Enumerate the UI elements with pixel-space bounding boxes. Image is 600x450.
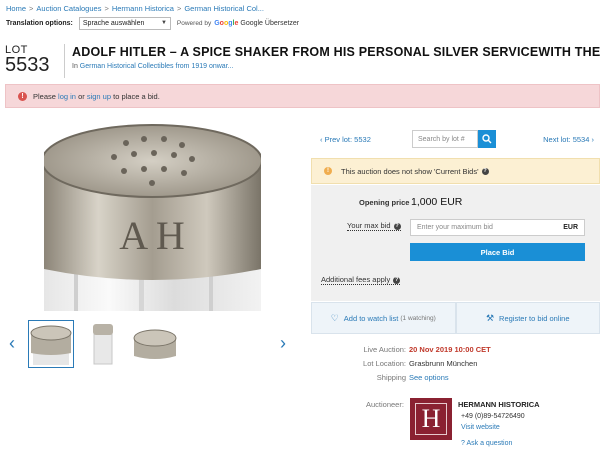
bid-panel: Opening price 1,000 EUR Your max bid? En… xyxy=(311,185,600,301)
breadcrumb-separator: > xyxy=(176,4,182,13)
thumbnail-3[interactable] xyxy=(132,320,178,368)
shipping-row: Shipping See options xyxy=(311,373,600,385)
warning-icon: ! xyxy=(324,167,332,175)
opening-price-value: 1,000 EUR xyxy=(411,196,463,208)
lot-number: 5533 xyxy=(5,54,50,76)
lot-location-row: Lot Location: Grasbrunn München xyxy=(311,359,600,371)
thumbnail-prev-arrow[interactable]: ‹ xyxy=(9,333,23,353)
live-auction-value: 20 Nov 2019 10:00 CET xyxy=(409,345,491,354)
register-to-bid-button[interactable]: ⚒ Register to bid online xyxy=(455,302,600,334)
chevron-down-icon: ▼ xyxy=(160,20,167,26)
help-icon[interactable]: ? xyxy=(481,167,489,175)
ask-question-label: Ask a question xyxy=(466,440,513,447)
alert-text-end: to place a bid. xyxy=(113,91,160,101)
page-title: ADOLF HITLER – A SPICE SHAKER FROM HIS P… xyxy=(72,45,600,59)
shipping-options-link[interactable]: See options xyxy=(409,373,449,382)
title-divider xyxy=(64,44,65,78)
currency-label: EUR xyxy=(563,224,578,231)
catalogue-link[interactable]: German Historical Collectibles from 1919… xyxy=(80,63,234,70)
live-auction-label: Live Auction: xyxy=(363,345,406,354)
lot-pager: ‹ Prev lot: 5532 Search by lot # Next lo… xyxy=(318,130,598,150)
watch-count: (1 watching) xyxy=(400,314,436,322)
powered-by-label: Powered by xyxy=(176,19,212,27)
thumbnail-1[interactable] xyxy=(28,320,74,368)
auctioneer-website-link[interactable]: Visit website xyxy=(461,424,500,431)
register-label: Register to bid online xyxy=(499,313,570,323)
lot-location-value: Grasbrunn München xyxy=(409,359,478,368)
max-bid-input[interactable]: Enter your maximum bid EUR xyxy=(410,219,585,236)
question-icon: ? xyxy=(461,440,465,447)
login-link[interactable]: log in xyxy=(58,92,76,101)
subtitle-prefix: In xyxy=(72,63,78,70)
help-icon[interactable]: ? xyxy=(393,222,401,230)
google-translate-link[interactable]: Google Übersetzer xyxy=(240,20,299,27)
breadcrumb-separator: > xyxy=(29,4,34,13)
alert-text-please: Please xyxy=(33,91,56,101)
google-logo: Google xyxy=(214,19,239,27)
additional-fees-text: Additional fees apply xyxy=(321,275,391,284)
lot-search-input[interactable]: Search by lot # xyxy=(412,130,478,148)
lot-location-label: Lot Location: xyxy=(363,359,406,368)
watchlist-label: Add to watch list xyxy=(343,313,399,323)
lot-search-button[interactable] xyxy=(478,130,496,148)
chevron-right-icon: › xyxy=(591,135,595,144)
auctioneer-logo-letter: H xyxy=(415,403,447,435)
breadcrumb-home[interactable]: Home xyxy=(6,4,26,13)
next-lot-label: Next lot: 5534 xyxy=(543,135,590,144)
thumbnail-2[interactable] xyxy=(80,320,126,368)
main-lot-image[interactable]: A H xyxy=(44,121,261,311)
translation-bar: Translation options: Sprache auswählen ▼… xyxy=(6,16,299,30)
lot-subtitle: In German Historical Collectibles from 1… xyxy=(72,63,233,70)
max-bid-label: Your max bid? xyxy=(347,221,401,231)
auctioneer-logo[interactable]: H xyxy=(410,398,452,440)
live-auction-row: Live Auction: 20 Nov 2019 10:00 CET xyxy=(311,345,600,357)
translation-label: Translation options: xyxy=(6,19,73,27)
auctioneer-label: Auctioneer: xyxy=(366,400,404,409)
gavel-icon: ⚒ xyxy=(485,312,495,323)
search-icon xyxy=(482,134,492,144)
lot-actions: ♡ Add to watch list (1 watching) ⚒ Regis… xyxy=(311,302,600,334)
language-select-value: Sprache auswählen xyxy=(82,19,145,27)
breadcrumb-auction-catalogues[interactable]: Auction Catalogues xyxy=(36,4,101,13)
breadcrumb: Home > Auction Catalogues > Hermann Historic… xyxy=(6,4,264,13)
opening-price-label: Opening price xyxy=(359,198,410,207)
login-alert: ! Please log in or sign up to place a bi… xyxy=(5,84,600,108)
signup-link[interactable]: sign up xyxy=(87,92,111,101)
max-bid-placeholder: Enter your maximum bid xyxy=(417,224,493,231)
breadcrumb-separator: > xyxy=(104,4,109,13)
current-bids-notice-text: This auction does not show 'Current Bids… xyxy=(341,166,479,176)
help-icon: ? xyxy=(393,276,401,284)
chevron-left-icon: ‹ xyxy=(320,135,323,144)
breadcrumb-german-historical[interactable]: German Historical Col... xyxy=(184,4,264,13)
ask-question-link[interactable]: ? Ask a question xyxy=(461,440,512,447)
prev-lot-link[interactable]: ‹ Prev lot: 5532 xyxy=(320,135,371,144)
add-to-watchlist-button[interactable]: ♡ Add to watch list (1 watching) xyxy=(311,302,456,334)
exclamation-icon: ! xyxy=(18,91,27,101)
breadcrumb-hermann-historica[interactable]: Hermann Historica xyxy=(112,4,174,13)
current-bids-notice: ! This auction does not show 'Current Bi… xyxy=(311,158,600,184)
language-select[interactable]: Sprache auswählen ▼ xyxy=(78,16,171,30)
place-bid-button[interactable]: Place Bid xyxy=(410,243,585,261)
prev-lot-label: Prev lot: 5532 xyxy=(324,135,371,144)
additional-fees-link[interactable]: Additional fees apply? xyxy=(321,275,401,285)
next-lot-link[interactable]: Next lot: 5534 › xyxy=(543,135,594,144)
auctioneer-phone: +49 (0)89-54726490 xyxy=(461,413,525,420)
engraving-text: A H xyxy=(119,213,185,258)
auctioneer-name: HERMANN HISTORICA xyxy=(458,400,540,409)
heart-icon: ♡ xyxy=(330,312,339,323)
alert-text-or: or xyxy=(78,91,85,101)
max-bid-label-text: Your max bid xyxy=(347,221,391,230)
shipping-label: Shipping xyxy=(376,373,406,382)
lot-number-box: LOT 5533 xyxy=(5,44,61,78)
thumbnail-next-arrow[interactable]: › xyxy=(280,333,294,353)
